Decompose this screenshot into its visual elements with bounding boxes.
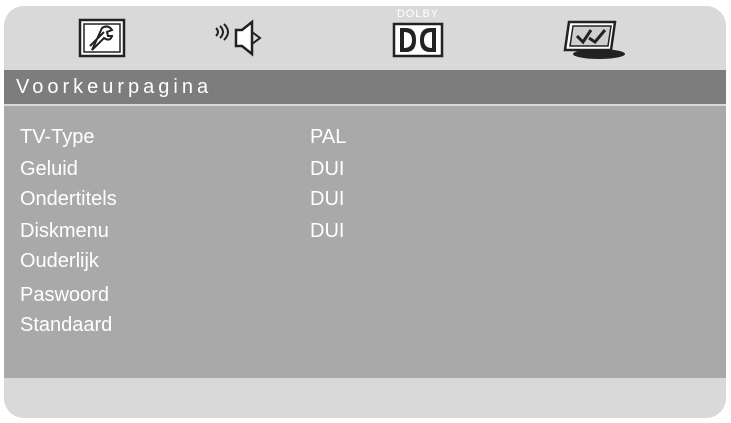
tab-dolby-setup[interactable]: DOLBY xyxy=(388,8,448,64)
menu-item-value: PAL xyxy=(310,126,347,148)
tab-audio-setup[interactable] xyxy=(210,14,270,62)
menu-item-value: DUI xyxy=(310,188,345,210)
checkmark-panel-icon xyxy=(563,20,625,59)
menu-item-standaard[interactable]: Standaard xyxy=(4,312,726,342)
page-title: Voorkeurpagina xyxy=(16,76,213,98)
menu-item-paswoord[interactable]: Paswoord xyxy=(4,282,726,312)
wrench-icon xyxy=(78,18,126,58)
tab-preference-setup[interactable] xyxy=(558,14,628,62)
menu-item-diskmenu[interactable]: Diskmenu DUI xyxy=(4,218,726,248)
menu-item-label: TV-Type xyxy=(20,126,95,148)
menu-item-label: Standaard xyxy=(20,314,113,336)
menu-item-value: DUI xyxy=(310,158,345,180)
tab-general-setup[interactable] xyxy=(70,14,134,62)
page-title-bar: Voorkeurpagina xyxy=(4,70,726,104)
menu-item-label: Paswoord xyxy=(20,284,109,306)
menu-item-label: Diskmenu xyxy=(20,220,109,242)
osd-menu-frame: DOLBY Voorkeurpagina TV-Type PAL Geluid … xyxy=(4,6,726,418)
menu-panel: TV-Type PAL Geluid DUI Ondertitels DUI D… xyxy=(4,106,726,378)
tab-icon-bar: DOLBY xyxy=(4,6,726,68)
menu-item-label: Geluid xyxy=(20,158,78,180)
dolby-icon xyxy=(392,22,444,58)
menu-item-geluid[interactable]: Geluid DUI xyxy=(4,156,726,186)
menu-item-ouderlijk[interactable]: Ouderlijk xyxy=(4,248,726,278)
menu-item-tv-type[interactable]: TV-Type PAL xyxy=(4,124,726,154)
menu-item-label: Ouderlijk xyxy=(20,250,99,272)
menu-item-value: DUI xyxy=(310,220,345,242)
menu-item-ondertitels[interactable]: Ondertitels DUI xyxy=(4,186,726,216)
bottom-status-strip xyxy=(4,378,726,418)
menu-item-label: Ondertitels xyxy=(20,188,117,210)
speaker-icon xyxy=(215,19,262,57)
dolby-label: DOLBY xyxy=(396,8,440,20)
